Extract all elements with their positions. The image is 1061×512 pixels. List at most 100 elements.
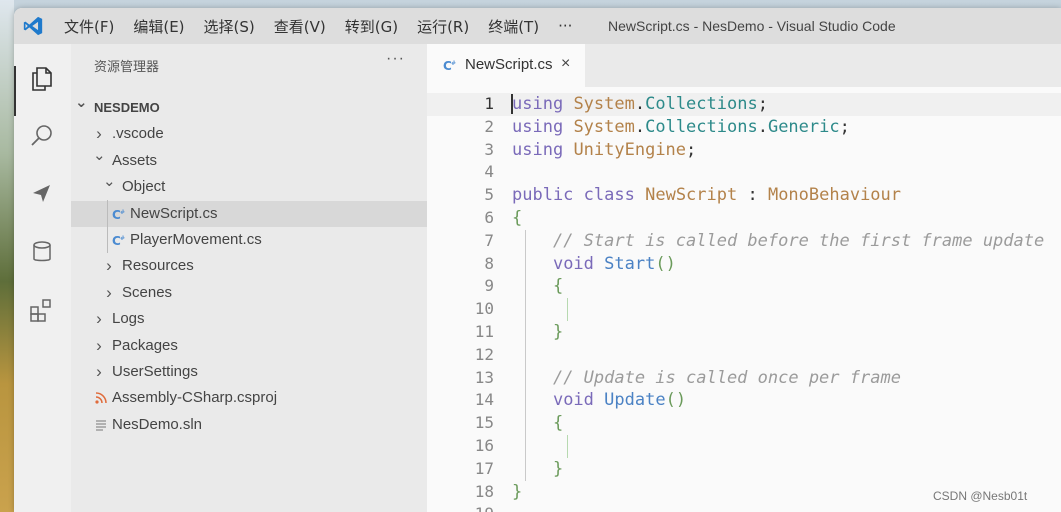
menu-item[interactable]: 查看(V) <box>274 16 326 37</box>
code-token: () <box>655 253 676 274</box>
line-number: 16 <box>474 436 494 455</box>
vscode-window: 文件(F) 编辑(E) 选择(S) 查看(V) 转到(G) 运行(R) 终端(T) ··· N… <box>14 8 1061 512</box>
code-token: . <box>634 94 646 114</box>
explorer-sidebar: 资源管理器 ··· ⌄ NESDEMO › .vscode ⌄ Assets ⌄ Object… <box>71 44 427 512</box>
line-number: 1 <box>484 94 494 113</box>
code-token: // Start is called before the first fram… <box>552 230 1045 251</box>
code-token: Collections <box>645 94 758 114</box>
text-cursor <box>511 94 513 114</box>
code-token: UnityEngine <box>573 139 687 160</box>
line-number: 15 <box>474 413 494 433</box>
rss-icon <box>95 392 107 404</box>
code-token: MonoBehaviour <box>767 185 902 206</box>
code-token: Start <box>604 253 656 274</box>
tree-file[interactable]: NesDemo.sln <box>71 412 427 438</box>
svg-text:#: # <box>120 235 125 242</box>
code-line: 10 <box>427 298 1061 321</box>
code-token: ; <box>839 116 850 137</box>
tree-item-label: Scenes <box>122 283 173 301</box>
code-token: using <box>512 139 564 160</box>
activity-bar <box>14 44 71 512</box>
code-token: { <box>512 208 523 228</box>
code-text: void Start() <box>512 253 676 275</box>
code-line: 19 <box>427 503 1061 512</box>
menu-item[interactable]: 运行(R) <box>417 16 469 37</box>
line-number: 14 <box>474 390 494 410</box>
csharp-file-icon: C # <box>112 208 125 220</box>
tree-folder[interactable]: ⌄ NESDEMO <box>71 94 427 121</box>
code-line: 12 <box>427 344 1061 367</box>
tree-file[interactable]: C # PlayerMovement.cs <box>71 227 427 253</box>
tree-folder[interactable]: › Logs <box>71 306 427 332</box>
tree-item-label: NewScript.cs <box>130 204 218 222</box>
tree-folder[interactable]: ⌄ Assets <box>71 147 427 174</box>
code-line: 3 using UnityEngine; <box>427 139 1061 162</box>
menu-item[interactable]: 编辑(E) <box>133 16 184 37</box>
code-editor[interactable]: 1 using System.Collections; 2 using System.… <box>427 87 1061 512</box>
chevron-right-icon: › <box>106 256 112 276</box>
menu-item[interactable]: 转到(G) <box>345 16 398 37</box>
text-file-icon <box>96 419 106 431</box>
tree-item-label: Packages <box>112 336 178 354</box>
close-icon[interactable]: × <box>561 55 570 73</box>
code-text: } <box>512 481 522 503</box>
line-number: 11 <box>474 322 494 341</box>
tree-folder[interactable]: › Resources <box>71 253 427 279</box>
vscode-logo-icon <box>23 16 43 36</box>
menu-item[interactable]: 终端(T) <box>488 16 539 37</box>
line-number: 9 <box>484 276 494 296</box>
database-icon[interactable] <box>28 238 56 266</box>
tree-item-label: Assets <box>112 151 158 169</box>
code-token: Update <box>604 390 666 411</box>
tree-folder[interactable]: › Packages <box>71 333 427 359</box>
code-line: 1 using System.Collections; <box>427 93 1061 116</box>
tree-item-label: UserSettings <box>112 362 198 380</box>
indent-guide <box>525 229 526 481</box>
watermark: CSDN @Nesb01t <box>933 489 1028 503</box>
indent-guide <box>567 435 568 458</box>
run-debug-icon[interactable] <box>28 180 56 208</box>
tree-folder[interactable]: › Scenes <box>71 280 427 306</box>
chevron-right-icon: › <box>96 335 102 355</box>
line-number: 4 <box>484 162 494 182</box>
explorer-icon[interactable] <box>28 64 56 92</box>
search-icon[interactable] <box>28 122 56 150</box>
line-number: 19 <box>447 503 494 512</box>
line-number: 18 <box>474 481 494 501</box>
code-line: 7 // Start is called before the first fr… <box>427 230 1061 253</box>
more-actions-icon[interactable]: ··· <box>386 50 405 68</box>
extensions-icon[interactable] <box>28 296 56 324</box>
code-text: { <box>512 412 563 434</box>
code-token: ; <box>686 139 697 160</box>
line-number: 3 <box>484 139 494 159</box>
code-token: using <box>512 94 564 114</box>
file-tree: ⌄ NESDEMO › .vscode ⌄ Assets ⌄ Object C # NewScrip… <box>71 94 427 438</box>
tab-newscript[interactable]: C # NewScript.cs × <box>427 44 585 87</box>
menu-item[interactable]: 选择(S) <box>204 16 255 37</box>
menu-item[interactable]: 文件(F) <box>64 16 114 37</box>
code-line: 5 public class NewScript : MonoBehaviour <box>427 184 1061 207</box>
code-text: } <box>512 458 563 480</box>
csharp-file-icon: C # <box>443 59 456 71</box>
tree-folder[interactable]: ⌄ Object <box>71 173 427 200</box>
menu-more-button[interactable]: ··· <box>558 17 572 35</box>
tree-folder[interactable]: › .vscode <box>71 121 427 147</box>
active-indicator <box>14 66 16 116</box>
tree-folder[interactable]: › UserSettings <box>71 359 427 385</box>
code-text: } <box>512 321 563 343</box>
tree-file[interactable]: Assembly-CSharp.csproj <box>71 385 427 411</box>
code-text: void Update() <box>512 389 686 411</box>
window-title: NewScript.cs - NesDemo - Visual Studio C… <box>608 18 896 34</box>
tree-file[interactable]: C # NewScript.cs <box>71 200 427 227</box>
chevron-right-icon: › <box>96 309 102 329</box>
code-token: void <box>552 253 594 274</box>
